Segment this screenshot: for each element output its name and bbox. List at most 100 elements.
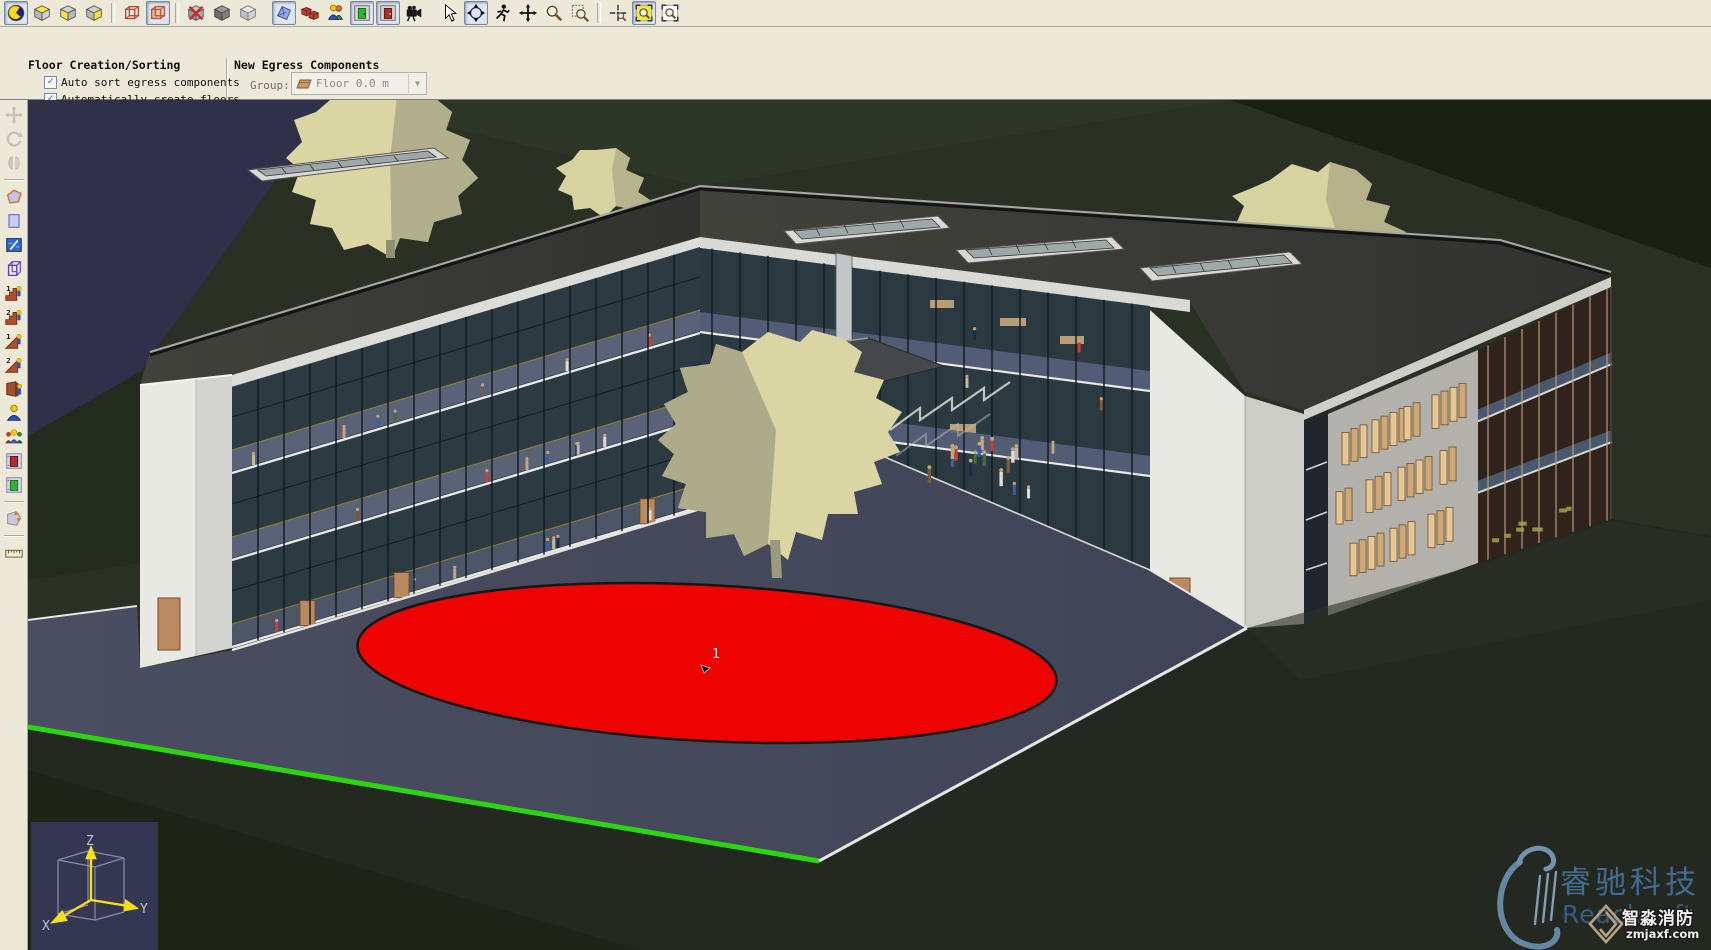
wireframe-shaded-icon xyxy=(148,3,168,23)
person-tool-button[interactable] xyxy=(1,401,26,425)
rectangle-room-tool-button[interactable] xyxy=(1,209,26,233)
orbit-tool-button[interactable] xyxy=(464,1,488,25)
show-cameras-icon xyxy=(404,3,424,23)
pan-tool-button[interactable] xyxy=(516,1,540,25)
move-tool-icon xyxy=(4,105,24,125)
measure-tool-button[interactable] xyxy=(1,541,26,565)
occupant-source-tool-button[interactable] xyxy=(1,377,26,401)
select-tool-button[interactable] xyxy=(438,1,462,25)
zoom-fit-icon xyxy=(634,3,654,23)
show-obstructions-icon xyxy=(300,3,320,23)
group-label: Group: xyxy=(250,79,290,92)
floor-icon xyxy=(296,79,312,89)
exit-door-tool-icon xyxy=(4,475,24,495)
wireframe-shaded-button[interactable] xyxy=(146,1,170,25)
show-exits-button[interactable] xyxy=(350,1,374,25)
stair-tool-2-button[interactable] xyxy=(1,305,26,329)
shade-dark-button[interactable] xyxy=(210,1,234,25)
rectangle-room-tool-icon xyxy=(4,211,24,231)
auto-sort-checkbox[interactable]: ✓ xyxy=(44,76,57,89)
zoom-target-button[interactable] xyxy=(606,1,630,25)
main-toolbar xyxy=(0,0,1711,27)
thin-wall-tool-button[interactable] xyxy=(1,233,26,257)
auto-sort-label: Auto sort egress components xyxy=(61,76,240,89)
region-tool-icon xyxy=(4,509,24,529)
wireframe-all-icon xyxy=(122,3,142,23)
perspective-view-icon xyxy=(6,3,26,23)
toolbar-separator xyxy=(4,179,24,181)
zoom-extents-icon xyxy=(660,3,680,23)
zoom-tool-icon xyxy=(544,3,564,23)
show-occupants-button[interactable] xyxy=(324,1,348,25)
brand-name-cn: 睿驰科技 xyxy=(1560,865,1700,901)
zoom-box-tool-button[interactable] xyxy=(568,1,592,25)
group-tool-button[interactable] xyxy=(1,425,26,449)
chevron-down-icon: ▼ xyxy=(408,74,426,93)
walkthrough-tool-button[interactable] xyxy=(490,1,514,25)
rotate-tool-icon xyxy=(4,129,24,149)
zoom-target-icon xyxy=(608,3,628,23)
drawing-toolbar xyxy=(0,100,28,950)
shade-dark-icon xyxy=(212,3,232,23)
orbit-tool-icon xyxy=(466,3,486,23)
stair-tool-1-icon xyxy=(4,283,24,303)
toolbar-separator xyxy=(4,501,24,503)
thin-wall-tool-icon xyxy=(4,235,24,255)
view-top-icon xyxy=(32,3,52,23)
select-tool-icon xyxy=(440,3,460,23)
show-terrain-button[interactable] xyxy=(272,1,296,25)
ramp-tool-2-button[interactable] xyxy=(1,353,26,377)
exit-door-tool-button[interactable] xyxy=(1,473,26,497)
badge-url: zmjaxf.com xyxy=(1626,927,1699,941)
group-value: Floor 0.0 m xyxy=(316,77,389,90)
ramp-tool-1-icon xyxy=(4,331,24,351)
group-tool-icon xyxy=(4,427,24,447)
pan-tool-icon xyxy=(518,3,538,23)
shade-light-button[interactable] xyxy=(236,1,260,25)
axis-gizmo: Z X Y xyxy=(31,822,158,950)
show-obstructions-button[interactable] xyxy=(298,1,322,25)
ramp-tool-1-button[interactable] xyxy=(1,329,26,353)
door-tool-icon xyxy=(4,451,24,471)
hide-geometry-button[interactable] xyxy=(184,1,208,25)
show-doors-button[interactable] xyxy=(376,1,400,25)
group-dropdown[interactable]: Floor 0.0 m ▼ xyxy=(291,72,427,95)
egress-panel-title: New Egress Components xyxy=(234,58,379,72)
zoom-fit-button[interactable] xyxy=(632,1,656,25)
view-top-button[interactable] xyxy=(30,1,54,25)
show-doors-icon xyxy=(378,3,398,23)
axis-z-label: Z xyxy=(86,834,94,849)
creation-panel-row: Floor Creation/Sorting ✓ Auto sort egres… xyxy=(0,27,1711,100)
ramp-tool-2-icon xyxy=(4,355,24,375)
person-tool-icon xyxy=(4,403,24,423)
wireframe-all-button[interactable] xyxy=(120,1,144,25)
view-front-icon xyxy=(58,3,78,23)
polygon-room-tool-button[interactable] xyxy=(1,185,26,209)
show-exits-icon xyxy=(352,3,372,23)
rotate-tool-button xyxy=(1,127,26,151)
walkthrough-tool-icon xyxy=(492,3,512,23)
floor-panel-title: Floor Creation/Sorting xyxy=(28,58,180,72)
show-occupants-icon xyxy=(326,3,346,23)
stair-tool-1-button[interactable] xyxy=(1,281,26,305)
hide-geometry-icon xyxy=(186,3,206,23)
shade-light-icon xyxy=(238,3,258,23)
3d-viewport[interactable]: 1 Z X Y 睿驰科技 Reachsoft xyxy=(28,100,1711,950)
perspective-view-button[interactable] xyxy=(4,1,28,25)
zoom-tool-button[interactable] xyxy=(542,1,566,25)
toolbar-separator xyxy=(111,3,115,23)
extract-room-tool-button[interactable] xyxy=(1,257,26,281)
door-tool-button[interactable] xyxy=(1,449,26,473)
extract-room-tool-icon xyxy=(4,259,24,279)
mirror-tool-button xyxy=(1,151,26,175)
zoom-extents-button[interactable] xyxy=(658,1,682,25)
view-side-button[interactable] xyxy=(82,1,106,25)
view-front-button[interactable] xyxy=(56,1,80,25)
show-cameras-button[interactable] xyxy=(402,1,426,25)
toolbar-separator xyxy=(597,3,601,23)
region-tool-button[interactable] xyxy=(1,507,26,531)
badge-name-cn: 智淼消防 xyxy=(1622,908,1694,929)
right-block-glass-strip xyxy=(1304,410,1328,625)
axis-x-label: X xyxy=(42,919,50,934)
zoom-box-tool-icon xyxy=(570,3,590,23)
